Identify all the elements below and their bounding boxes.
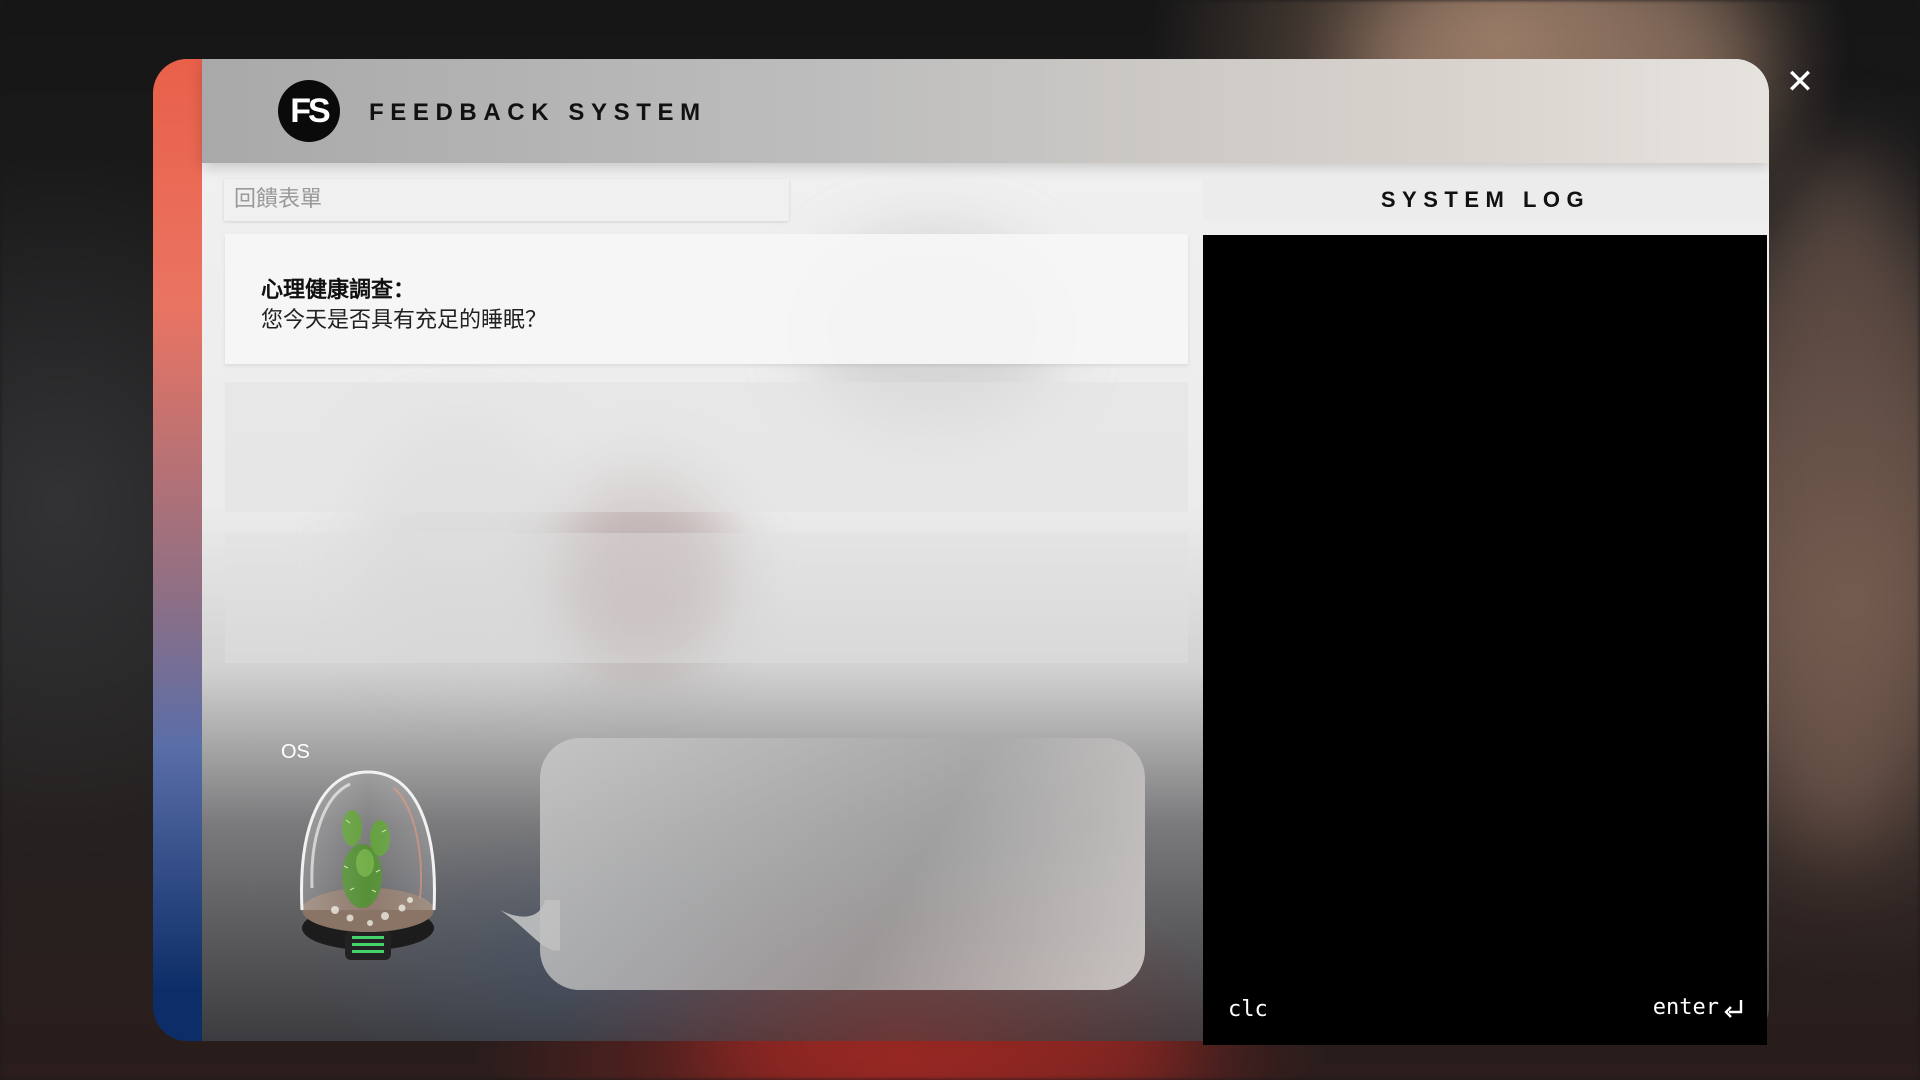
question-card: 心理健康調查： 您今天是否具有充足的睡眠？ bbox=[225, 234, 1188, 364]
app-title: FEEDBACK SYSTEM bbox=[369, 99, 707, 126]
cactus-terrarium-icon bbox=[300, 770, 436, 960]
question-text: 您今天是否具有充足的睡眠？ bbox=[261, 308, 548, 333]
header-bar: FS FEEDBACK SYSTEM bbox=[202, 59, 1769, 163]
enter-label: enter bbox=[1652, 995, 1719, 1020]
answer-card-empty bbox=[225, 533, 1188, 663]
fs-logo: FS bbox=[278, 80, 340, 142]
enter-button[interactable]: enter bbox=[1653, 995, 1745, 1020]
close-icon[interactable]: ✕ bbox=[1784, 65, 1816, 99]
return-arrow-icon bbox=[1724, 999, 1743, 1018]
clc-button[interactable]: clc bbox=[1228, 997, 1268, 1022]
system-log-console: clc enter bbox=[1203, 235, 1767, 1045]
assistant-speech-bubble bbox=[540, 738, 1145, 990]
system-log-title: SYSTEM LOG bbox=[1203, 178, 1768, 221]
tab-feedback-form[interactable]: 回饋表單 bbox=[224, 179, 789, 221]
accent-strip bbox=[153, 59, 203, 1041]
question-title: 心理健康調查： bbox=[261, 278, 416, 303]
answer-card-empty bbox=[225, 382, 1188, 512]
assistant-label: OS bbox=[281, 741, 310, 763]
